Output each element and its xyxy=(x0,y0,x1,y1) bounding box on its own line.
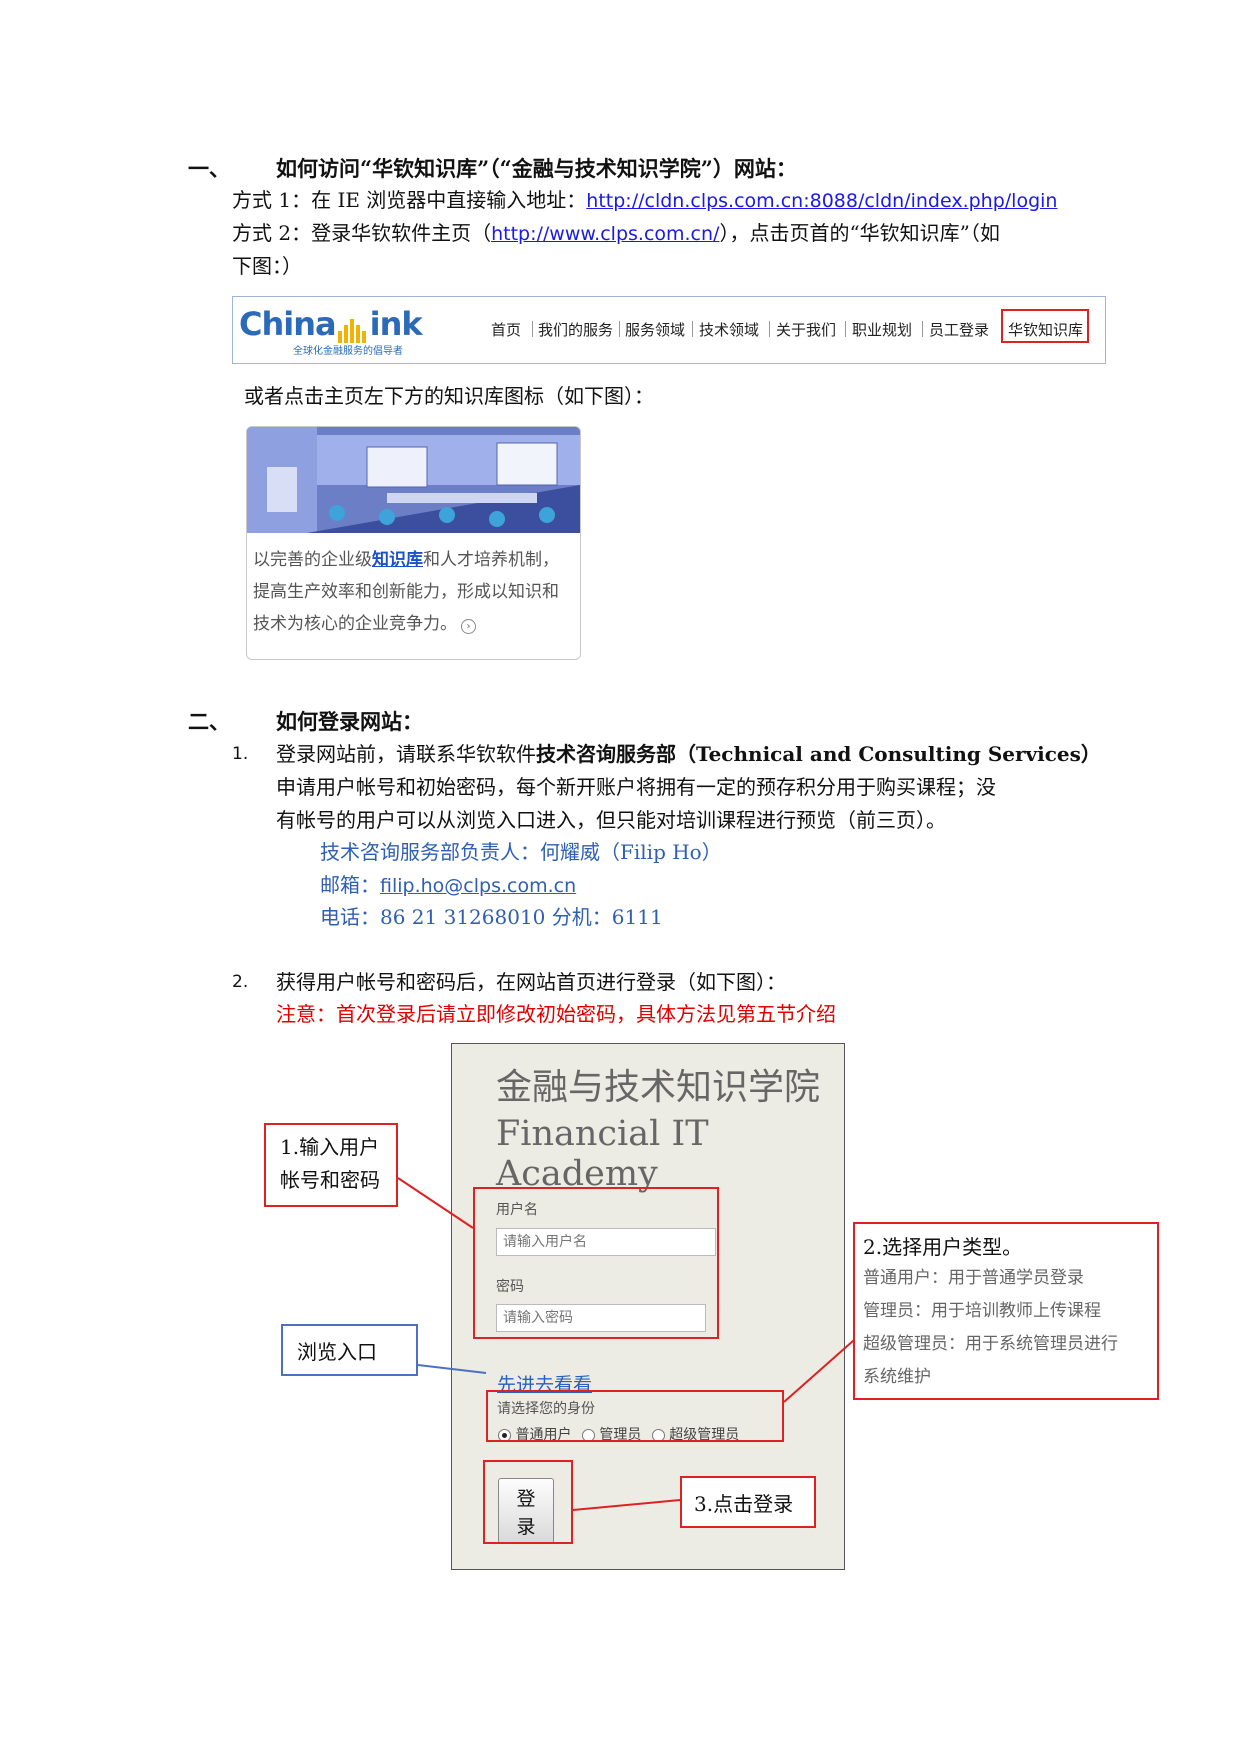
callout-click-login: 3.点击登录 xyxy=(680,1476,816,1528)
callout-browse-entry: 浏览入口 xyxy=(281,1324,418,1376)
callout-connectors xyxy=(397,1177,872,1511)
callout-select-user-type: 2.选择用户类型。 普通用户：用于普通学员登录 管理员：用于培训教师上传课程 超… xyxy=(853,1222,1159,1400)
callout-enter-credentials: 1.输入用户 帐号和密码 xyxy=(264,1123,398,1207)
